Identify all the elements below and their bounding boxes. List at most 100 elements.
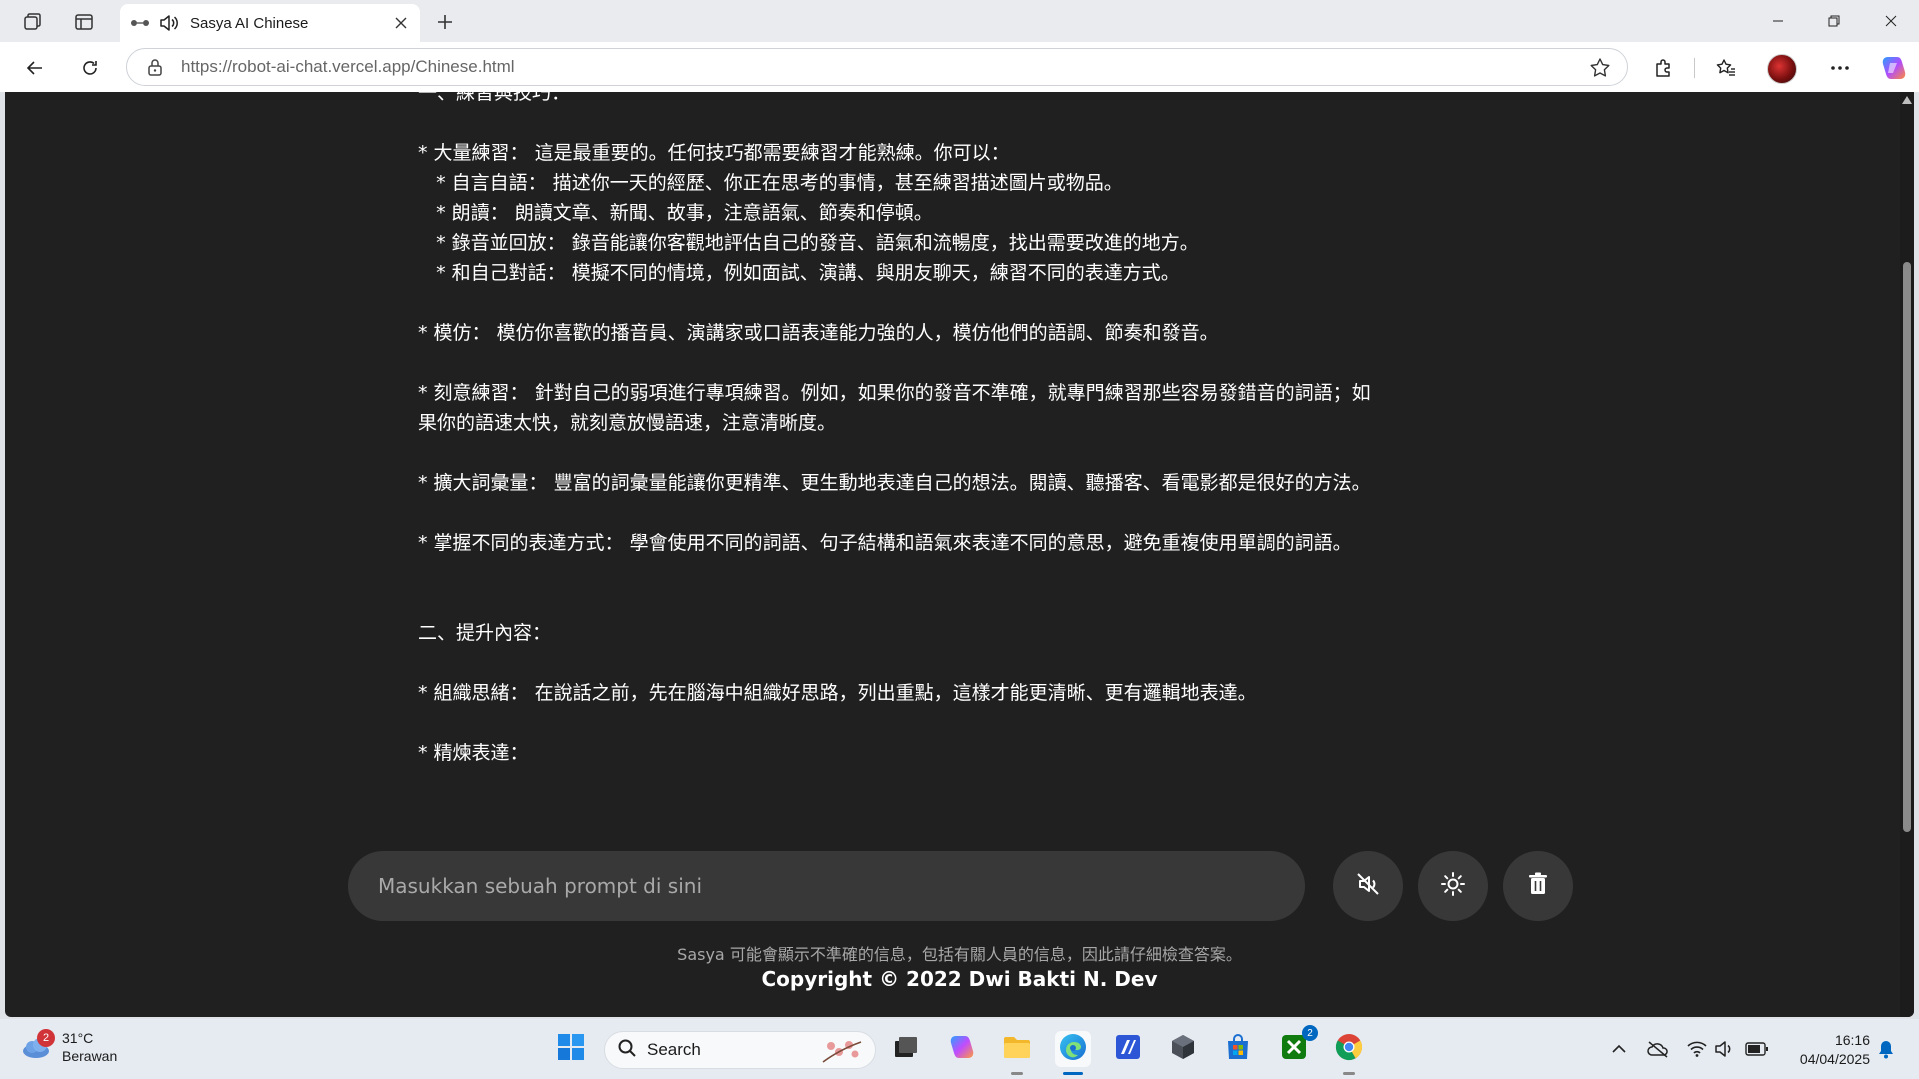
chat-line: * 大量練習： 這是最重要的。任何技巧都需要練習才能熟練。你可以：	[418, 142, 1010, 164]
site-favicon-icon	[130, 17, 150, 29]
store-app-button[interactable]	[1220, 1031, 1256, 1067]
chat-line: * 掌握不同的表達方式： 學會使用不同的詞語、句子結構和語氣來表達不同的意思，避…	[418, 532, 1352, 554]
chat-line: * 自言自語： 描述你一天的經歷、你正在思考的事情，甚至練習描述圖片或物品。	[418, 172, 1123, 194]
refresh-icon[interactable]	[75, 53, 105, 83]
chrome-icon	[1334, 1032, 1364, 1066]
chat-line: 果你的語速太快，就刻意放慢語速，注意清晰度。	[418, 412, 837, 434]
edge-icon	[1058, 1032, 1088, 1066]
prompt-input[interactable]	[378, 874, 1305, 898]
chat-line	[418, 708, 1438, 738]
task-view-icon	[893, 1035, 919, 1063]
tab-strip: Sasya AI Chinese	[0, 0, 1919, 42]
theme-toggle-icon	[1440, 871, 1466, 901]
chat-line: 一、練習與技巧：	[418, 92, 571, 104]
weather-desc: Berawan	[62, 1048, 118, 1064]
volume-icon[interactable]	[1713, 1037, 1737, 1061]
chat-line	[418, 288, 1438, 318]
folder-icon	[1002, 1034, 1032, 1064]
start-button[interactable]	[553, 1031, 589, 1067]
cube-app-icon	[1169, 1033, 1197, 1065]
weather-badge: 2	[37, 1029, 55, 1047]
scroll-up-arrow-icon[interactable]	[1902, 96, 1912, 104]
minimize-icon[interactable]	[1750, 0, 1806, 42]
chat-line	[418, 348, 1438, 378]
browser-toolbar: https://robot-ai-chat.vercel.app/Chinese…	[0, 42, 1919, 92]
onedrive-icon[interactable]	[1646, 1037, 1670, 1061]
address-bar[interactable]: https://robot-ai-chat.vercel.app/Chinese…	[126, 48, 1628, 86]
chat-line	[418, 438, 1438, 468]
disclaimer-text: Sasya 可能會顯示不準確的信息，包括有關人員的信息，因此請仔細檢查答案。	[677, 945, 1242, 964]
copyright-text: Copyright © 2022 Dwi Bakti N. Dev	[761, 967, 1158, 991]
weather-widget[interactable]: 2 31°C Berawan	[20, 1029, 117, 1065]
prompt-input-container	[348, 851, 1305, 921]
mute-icon	[1355, 871, 1381, 901]
more-icon[interactable]	[1825, 53, 1855, 83]
toolbar-divider	[1694, 58, 1695, 78]
clock-date: 04/04/2025	[1799, 1051, 1870, 1067]
window-close-icon[interactable]	[1863, 0, 1919, 42]
pen-app-icon	[1114, 1033, 1142, 1065]
copilot-app-icon	[947, 1033, 975, 1065]
restore-icon[interactable]	[1806, 0, 1862, 42]
favorite-star-icon[interactable]	[1589, 57, 1611, 83]
chat-line: * 模仿： 模仿你喜歡的播音員、演講家或口語表達能力強的人，模仿他們的語調、節奏…	[418, 322, 1219, 344]
theme-toggle-button[interactable]	[1418, 851, 1488, 921]
search-highlight-icon	[819, 1036, 865, 1070]
task-view-button[interactable]	[888, 1031, 924, 1067]
lock-icon[interactable]	[147, 58, 163, 76]
bell-icon[interactable]	[1874, 1037, 1898, 1061]
extensions-icon[interactable]	[1649, 53, 1679, 83]
chat-line	[418, 498, 1438, 528]
chevron-up-icon[interactable]	[1607, 1037, 1631, 1061]
favorites-icon[interactable]	[1711, 53, 1741, 83]
xbox-app-button[interactable]: 2	[1276, 1025, 1318, 1067]
chat-line: * 和自己對話： 模擬不同的情境，例如面試、演講、與朋友聊天，練習不同的表達方式…	[418, 262, 1180, 284]
workspaces-icon[interactable]	[18, 8, 46, 36]
chat-response: 一、練習與技巧： * 大量練習： 這是最重要的。任何技巧都需要練習才能熟練。你可以…	[418, 92, 1438, 768]
copilot-icon[interactable]	[1879, 54, 1907, 82]
cube-app-button[interactable]	[1165, 1031, 1201, 1067]
xbox-badge: 2	[1302, 1025, 1318, 1041]
scrollbar-thumb[interactable]	[1903, 262, 1911, 832]
chat-line: * 刻意練習： 針對自己的弱項進行專項練習。例如，如果你的發音不準確，就專門練習…	[418, 382, 1371, 404]
windows-logo-icon	[557, 1033, 585, 1065]
vscode-like-app-button[interactable]	[1110, 1031, 1146, 1067]
mute-button[interactable]	[1333, 851, 1403, 921]
search-label: Search	[647, 1040, 701, 1059]
vertical-tabs-icon[interactable]	[70, 8, 98, 36]
tab-title: Sasya AI Chinese	[190, 14, 309, 32]
file-explorer-button[interactable]	[999, 1031, 1035, 1075]
chat-line	[418, 558, 1438, 588]
chrome-app-button[interactable]	[1331, 1031, 1367, 1075]
battery-icon[interactable]	[1745, 1037, 1769, 1061]
new-tab-icon[interactable]	[431, 8, 459, 36]
close-icon[interactable]	[392, 14, 410, 32]
clock-time: 16:16	[1834, 1032, 1870, 1048]
system-clock[interactable]: 16:16 04/04/2025	[1784, 1031, 1870, 1069]
profile-avatar[interactable]	[1767, 54, 1797, 84]
running-indicator	[1011, 1072, 1023, 1075]
audio-icon[interactable]	[158, 13, 180, 33]
chat-line: * 精煉表達：	[418, 742, 529, 764]
windows-taskbar: 2 31°C Berawan Search 2 16:16 04/04/2025	[0, 1019, 1919, 1079]
wifi-icon[interactable]	[1685, 1037, 1709, 1061]
chat-line: * 擴大詞彙量： 豐富的詞彙量能讓你更精準、更生動地表達自己的想法。閱讀、聽播客…	[418, 472, 1371, 494]
search-icon	[617, 1038, 637, 1062]
chat-line: * 朗讀： 朗讀文章、新聞、故事，注意語氣、節奏和停頓。	[418, 202, 933, 224]
chat-page: 一、練習與技巧： * 大量練習： 這是最重要的。任何技巧都需要練習才能熟練。你可以…	[5, 92, 1914, 1017]
clear-chat-button[interactable]	[1503, 851, 1573, 921]
chat-line	[418, 108, 1438, 138]
chat-line: * 錄音並回放： 錄音能讓你客觀地評估自己的發音、語氣和流暢度，找出需要改進的地…	[418, 232, 1199, 254]
scrollbar[interactable]	[1900, 92, 1914, 1017]
running-indicator	[1343, 1072, 1355, 1075]
weather-temp: 31°C	[62, 1030, 94, 1046]
browser-tab[interactable]: Sasya AI Chinese	[120, 4, 420, 42]
store-icon	[1224, 1033, 1252, 1065]
edge-browser-button[interactable]	[1055, 1031, 1091, 1075]
copilot-app-button[interactable]	[943, 1031, 979, 1067]
active-indicator	[1063, 1072, 1083, 1075]
back-icon[interactable]	[20, 53, 50, 83]
chat-line: * 組織思緒： 在說話之前，先在腦海中組織好思路，列出重點，這樣才能更清晰、更有…	[418, 682, 1257, 704]
taskbar-search[interactable]: Search	[604, 1031, 876, 1069]
chat-line	[418, 588, 1438, 618]
